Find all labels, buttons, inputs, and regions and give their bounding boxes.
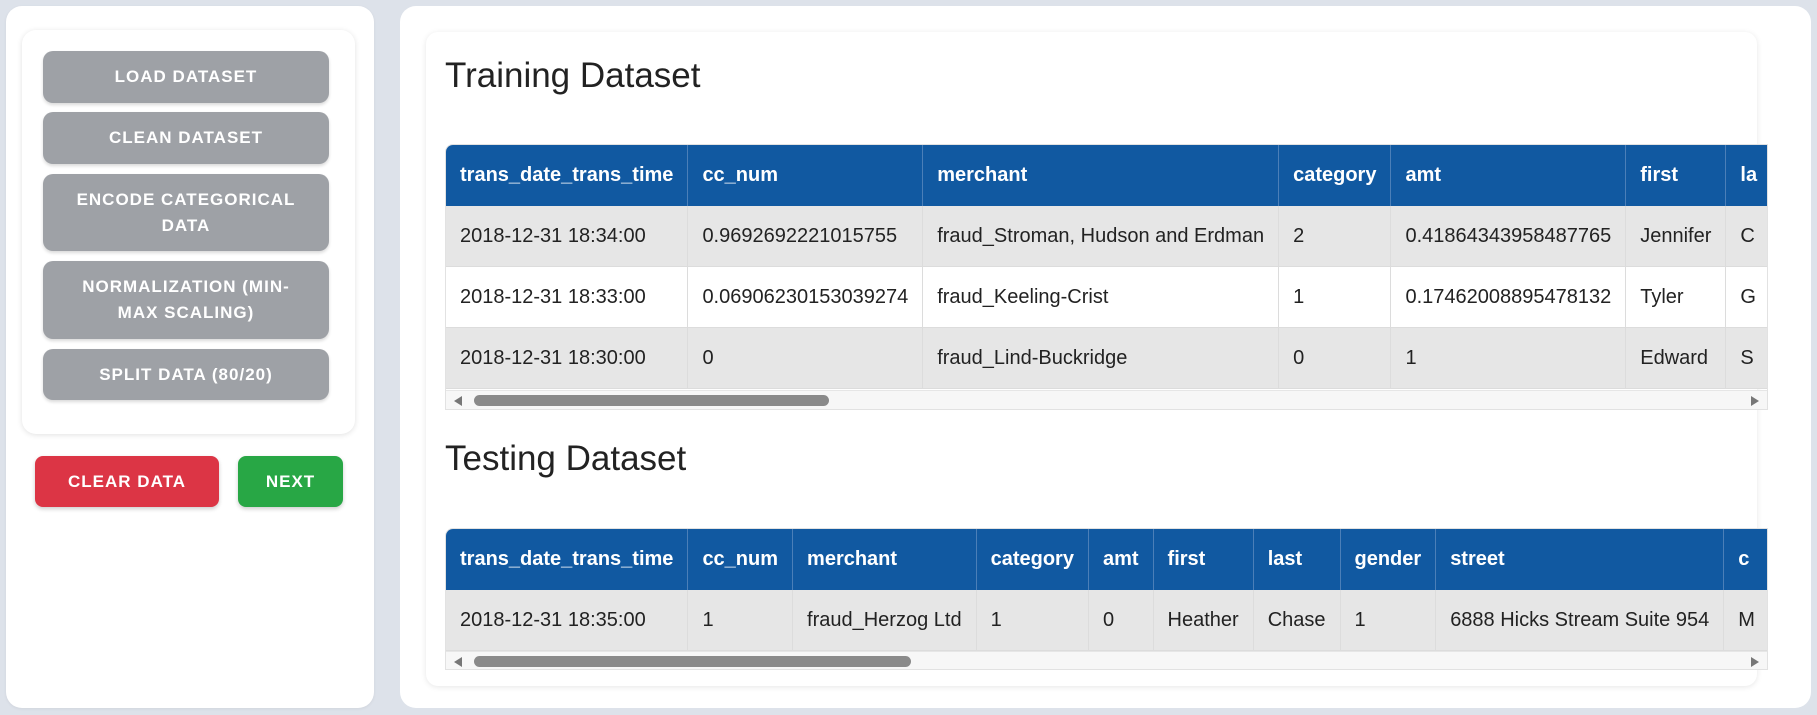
table-cell: Edward [1625, 327, 1727, 389]
column-header[interactable]: gender [1340, 529, 1437, 590]
table-header-row: trans_date_trans_time cc_num merchant ca… [446, 529, 1767, 590]
training-table-viewport[interactable]: trans_date_trans_time cc_num merchant ca… [446, 145, 1767, 390]
column-header[interactable]: cc_num [687, 529, 794, 590]
table-cell: 1 [1278, 266, 1392, 328]
table-cell: C [1725, 206, 1767, 267]
column-header[interactable]: c [1723, 529, 1767, 590]
column-header[interactable]: amt [1390, 145, 1627, 206]
preprocessing-button-group: LOAD DATASET CLEAN DATASET ENCODE CATEGO… [22, 30, 355, 434]
column-header[interactable]: merchant [792, 529, 977, 590]
testing-table-viewport[interactable]: trans_date_trans_time cc_num merchant ca… [446, 529, 1767, 651]
table-cell: 0.06906230153039274 [687, 266, 924, 328]
column-header[interactable]: amt [1088, 529, 1154, 590]
sidebar: LOAD DATASET CLEAN DATASET ENCODE CATEGO… [6, 6, 374, 708]
column-header[interactable]: la [1725, 145, 1767, 206]
column-header[interactable]: trans_date_trans_time [446, 145, 689, 206]
column-header[interactable]: trans_date_trans_time [446, 529, 689, 590]
scroll-right-arrow-icon[interactable] [1751, 396, 1759, 406]
table-header-row: trans_date_trans_time cc_num merchant ca… [446, 145, 1767, 206]
main-panel: Training Dataset trans_date_trans_time c… [400, 6, 1811, 708]
table-cell: G [1725, 266, 1767, 328]
training-dataset-title: Training Dataset [445, 56, 701, 95]
testing-table: trans_date_trans_time cc_num merchant ca… [446, 529, 1767, 651]
testing-horizontal-scrollbar[interactable] [446, 651, 1767, 669]
split-data-button[interactable]: SPLIT DATA (80/20) [43, 349, 329, 400]
datasets-card: Training Dataset trans_date_trans_time c… [426, 32, 1768, 686]
table-cell: 2018-12-31 18:30:00 [446, 327, 689, 389]
column-header[interactable]: street [1435, 529, 1725, 590]
table-cell: Heather [1153, 590, 1254, 651]
clean-dataset-button[interactable]: CLEAN DATASET [43, 112, 329, 164]
table-row: 2018-12-31 18:30:00 0 fraud_Lind-Buckrid… [446, 327, 1767, 389]
training-table: trans_date_trans_time cc_num merchant ca… [446, 145, 1767, 389]
table-cell: Jennifer [1625, 206, 1727, 267]
table-row: 2018-12-31 18:33:00 0.06906230153039274 … [446, 266, 1767, 328]
column-header[interactable]: first [1625, 145, 1727, 206]
table-cell: 1 [1390, 327, 1627, 389]
training-horizontal-scrollbar[interactable] [446, 390, 1767, 409]
scrollbar-thumb[interactable] [474, 395, 829, 406]
table-cell: fraud_Lind-Buckridge [922, 327, 1280, 389]
encode-categorical-data-button[interactable]: ENCODE CATEGORICAL DATA [43, 174, 329, 251]
table-cell: Tyler [1625, 266, 1727, 328]
training-table-container: trans_date_trans_time cc_num merchant ca… [445, 144, 1768, 410]
table-cell: 2018-12-31 18:33:00 [446, 266, 689, 328]
table-cell: 0.17462008895478132 [1390, 266, 1627, 328]
next-button[interactable]: NEXT [238, 456, 343, 507]
table-cell: 2018-12-31 18:35:00 [446, 590, 689, 651]
table-cell: 0 [1088, 590, 1154, 651]
column-header[interactable]: last [1253, 529, 1341, 590]
scrollbar-thumb[interactable] [474, 656, 911, 667]
normalization-button[interactable]: NORMALIZATION (MIN-MAX SCALING) [43, 261, 329, 339]
table-cell: M [1723, 590, 1767, 651]
table-cell: fraud_Keeling-Crist [922, 266, 1280, 328]
column-header[interactable]: category [976, 529, 1089, 590]
table-cell: S [1725, 327, 1767, 389]
table-row: 2018-12-31 18:34:00 0.9692692221015755 f… [446, 206, 1767, 267]
table-cell: 0.9692692221015755 [687, 206, 924, 267]
testing-dataset-title: Testing Dataset [445, 439, 687, 478]
table-cell: 1 [687, 590, 794, 651]
table-cell: Chase [1253, 590, 1341, 651]
table-cell: 0 [1278, 327, 1392, 389]
table-cell: fraud_Herzog Ltd [792, 590, 977, 651]
table-cell: 0.41864343958487765 [1390, 206, 1627, 267]
table-row: 2018-12-31 18:35:00 1 fraud_Herzog Ltd 1… [446, 590, 1767, 651]
column-header[interactable]: category [1278, 145, 1392, 206]
table-cell: 6888 Hicks Stream Suite 954 [1435, 590, 1725, 651]
table-cell: 0 [687, 327, 924, 389]
column-header[interactable]: first [1153, 529, 1254, 590]
load-dataset-button[interactable]: LOAD DATASET [43, 51, 329, 103]
scroll-left-arrow-icon[interactable] [454, 396, 462, 406]
scroll-right-arrow-icon[interactable] [1751, 657, 1759, 667]
column-header[interactable]: cc_num [687, 145, 924, 206]
table-cell: 1 [976, 590, 1089, 651]
column-header[interactable]: merchant [922, 145, 1280, 206]
table-cell: 2018-12-31 18:34:00 [446, 206, 689, 267]
table-cell: 1 [1340, 590, 1437, 651]
table-cell: 2 [1278, 206, 1392, 267]
scroll-left-arrow-icon[interactable] [454, 657, 462, 667]
testing-table-container: trans_date_trans_time cc_num merchant ca… [445, 528, 1768, 670]
clear-data-button[interactable]: CLEAR DATA [35, 456, 219, 507]
table-cell: fraud_Stroman, Hudson and Erdman [922, 206, 1280, 267]
